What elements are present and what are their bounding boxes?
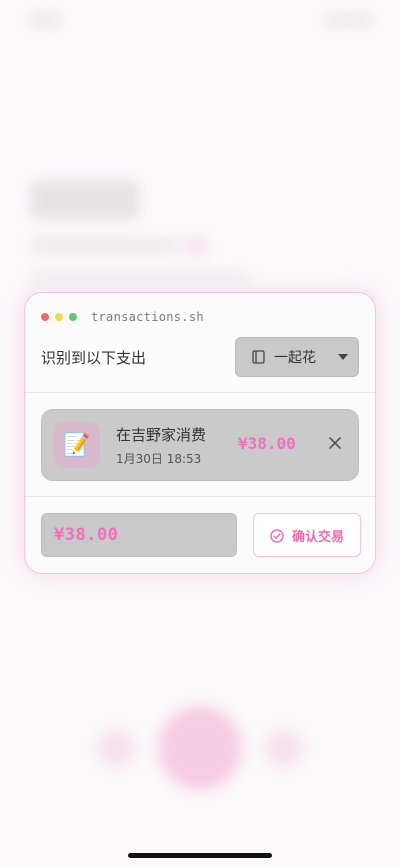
- book-selector-value: 一起花: [274, 350, 316, 366]
- terminal-titlebar: transactions.sh: [41, 309, 204, 325]
- memo-pencil-icon: 📝: [54, 422, 100, 468]
- transaction-name: 在吉野家消费: [116, 426, 207, 444]
- window-close-dot: [41, 313, 49, 321]
- transaction-row[interactable]: 📝 在吉野家消费 1月30日 18:53 ¥38.00: [41, 409, 359, 481]
- background-subtitle: [30, 238, 180, 254]
- background-caption: [30, 270, 250, 284]
- confirm-transaction-label: 确认交易: [291, 529, 344, 545]
- confirm-transaction-button[interactable]: 确认交易: [253, 513, 361, 557]
- status-bar-time: [28, 14, 62, 26]
- card-header: 识别到以下支出 一起花: [41, 337, 359, 377]
- transaction-card: transactions.sh 识别到以下支出 一起花 📝 在吉野家消费 1月3…: [24, 292, 376, 574]
- window-minimize-dot: [55, 313, 63, 321]
- background-record-button: [158, 706, 242, 790]
- home-indicator: [128, 853, 272, 858]
- background-title: [30, 180, 140, 220]
- chevron-down-icon: [338, 354, 348, 360]
- recognized-expenses-label: 识别到以下支出: [41, 349, 147, 367]
- book-icon: [252, 350, 265, 364]
- transaction-amount: ¥38.00: [238, 434, 296, 453]
- check-circle-icon: [270, 528, 284, 543]
- transaction-time: 1月30日 18:53: [116, 452, 202, 466]
- total-amount-field: ¥38.00: [41, 513, 237, 557]
- window-title: transactions.sh: [91, 310, 204, 324]
- divider: [25, 496, 375, 497]
- background-right-button: [264, 728, 304, 768]
- book-selector[interactable]: 一起花: [235, 337, 359, 377]
- window-maximize-dot: [69, 313, 77, 321]
- divider: [25, 392, 375, 393]
- status-bar-indicators: [324, 14, 374, 26]
- close-icon[interactable]: [326, 434, 344, 452]
- background-left-button: [96, 728, 136, 768]
- total-amount: ¥38.00: [54, 525, 119, 545]
- background-subtitle-badge: [185, 238, 207, 254]
